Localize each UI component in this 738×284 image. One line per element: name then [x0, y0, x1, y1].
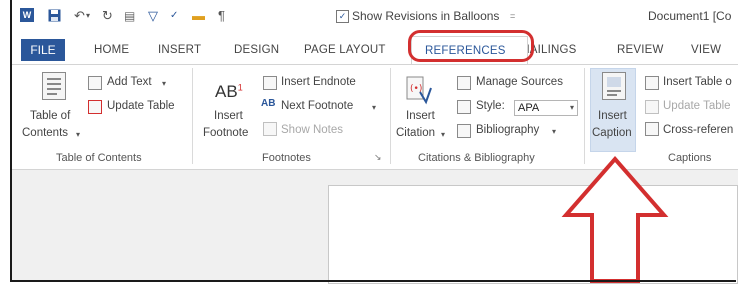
document-title: Document1 [Co: [648, 9, 732, 23]
insert-caption-icon[interactable]: [602, 72, 626, 100]
insert-endnote-button[interactable]: Insert Endnote: [281, 76, 356, 88]
tab-design[interactable]: DESIGN: [234, 44, 279, 56]
show-notes-icon: [263, 122, 277, 136]
add-text-dropdown-icon[interactable]: ▾: [162, 79, 166, 88]
manage-sources-button[interactable]: Manage Sources: [476, 76, 563, 88]
style-label: Style:: [476, 100, 505, 112]
update-table-button[interactable]: Update Table: [107, 100, 175, 112]
table-of-contents-label-2[interactable]: Contents: [22, 127, 68, 139]
annotation-arrow-up-icon: [561, 155, 669, 283]
redo-icon[interactable]: ↻: [102, 9, 113, 23]
bibliography-icon[interactable]: [457, 124, 471, 138]
insert-citation-label-1[interactable]: Insert: [406, 110, 435, 122]
update-table-icon[interactable]: [88, 100, 102, 114]
group-divider: [192, 68, 193, 164]
group-label-footnotes: Footnotes: [262, 152, 311, 164]
insert-citation-icon[interactable]: (•): [406, 76, 432, 106]
insert-citation-dropdown-icon[interactable]: ▾: [441, 130, 445, 139]
tab-home[interactable]: HOME: [94, 44, 129, 56]
qat-customize-icon[interactable]: =: [510, 9, 515, 23]
group-label-citations-bibliography: Citations & Bibliography: [418, 152, 535, 164]
insert-citation-label-2[interactable]: Citation: [396, 127, 435, 139]
tab-view[interactable]: VIEW: [691, 44, 721, 56]
save-icon[interactable]: [48, 9, 61, 23]
add-text-button[interactable]: Add Text: [107, 76, 152, 88]
tab-file[interactable]: FILE: [21, 39, 65, 61]
references-highlight-circle: [408, 30, 534, 62]
show-revisions-checkbox[interactable]: ✓: [336, 10, 349, 23]
word-logo-icon: W: [20, 8, 34, 22]
title-bar: W ↶ ▾ ↻ ▤ ▽ ✓ ▬ ¶ ✓ Show Revisions in Ba…: [12, 0, 738, 28]
manage-sources-icon[interactable]: [457, 76, 471, 90]
bibliography-dropdown-icon[interactable]: ▾: [552, 127, 556, 136]
group-divider: [584, 68, 585, 164]
next-footnote-icon[interactable]: AB: [261, 98, 275, 109]
group-label-captions: Captions: [668, 152, 712, 164]
table-of-contents-label-1[interactable]: Table of: [30, 110, 70, 122]
open-folder-icon[interactable]: ▬: [192, 9, 205, 23]
spelling-icon[interactable]: ▤: [124, 9, 135, 23]
style-dropdown[interactable]: APA ▾: [514, 100, 578, 116]
update-table-figures-icon: [645, 100, 659, 114]
document-page[interactable]: [328, 185, 738, 284]
show-notes-button[interactable]: Show Notes: [281, 124, 343, 136]
insert-table-of-figures-button[interactable]: Insert Table o: [663, 76, 732, 88]
table-of-contents-icon[interactable]: [42, 72, 66, 100]
ab-glyph: AB: [215, 82, 238, 101]
pilcrow-icon[interactable]: ¶: [218, 9, 225, 23]
add-text-icon[interactable]: [88, 76, 102, 90]
undo-dropdown-icon[interactable]: ▾: [86, 9, 90, 23]
filter-icon[interactable]: ▽: [148, 9, 158, 23]
style-icon: [457, 100, 471, 114]
abc-check-icon[interactable]: ✓: [170, 9, 178, 23]
insert-footnote-label-2[interactable]: Footnote: [203, 127, 248, 139]
update-table-figures-button[interactable]: Update Table: [663, 100, 731, 112]
tab-insert[interactable]: INSERT: [158, 44, 201, 56]
insert-caption-label-2[interactable]: Caption: [592, 127, 632, 139]
ribbon-tabs: FILE HOME INSERT DESIGN PAGE LAYOUT MAIL…: [12, 32, 738, 66]
toc-dropdown-icon[interactable]: ▾: [76, 130, 80, 139]
style-dropdown-value: APA: [518, 102, 540, 114]
undo-icon[interactable]: ↶: [74, 9, 85, 23]
style-dropdown-chevron-icon[interactable]: ▾: [570, 101, 574, 115]
cross-reference-icon[interactable]: [645, 122, 659, 136]
bibliography-button[interactable]: Bibliography: [476, 124, 539, 136]
tab-review[interactable]: REVIEW: [617, 44, 664, 56]
show-revisions-label[interactable]: Show Revisions in Balloons: [352, 9, 499, 23]
tab-page-layout[interactable]: PAGE LAYOUT: [304, 44, 386, 56]
insert-footnote-label-1[interactable]: Insert: [214, 110, 243, 122]
group-divider: [390, 68, 391, 164]
group-label-table-of-contents: Table of Contents: [56, 152, 142, 164]
next-footnote-dropdown-icon[interactable]: ▾: [372, 103, 376, 112]
insert-endnote-icon[interactable]: [263, 76, 277, 90]
word-window: W ↶ ▾ ↻ ▤ ▽ ✓ ▬ ¶ ✓ Show Revisions in Ba…: [0, 0, 738, 284]
footnotes-dialog-launcher-icon[interactable]: ↘: [374, 152, 382, 163]
insert-table-of-figures-icon[interactable]: [645, 76, 659, 90]
insert-caption-label-1[interactable]: Insert: [598, 110, 627, 122]
insert-footnote-icon[interactable]: AB1: [215, 82, 243, 102]
next-footnote-button[interactable]: Next Footnote: [281, 100, 353, 112]
ab-superscript: 1: [237, 82, 243, 93]
cross-reference-button[interactable]: Cross-referen: [663, 124, 733, 136]
